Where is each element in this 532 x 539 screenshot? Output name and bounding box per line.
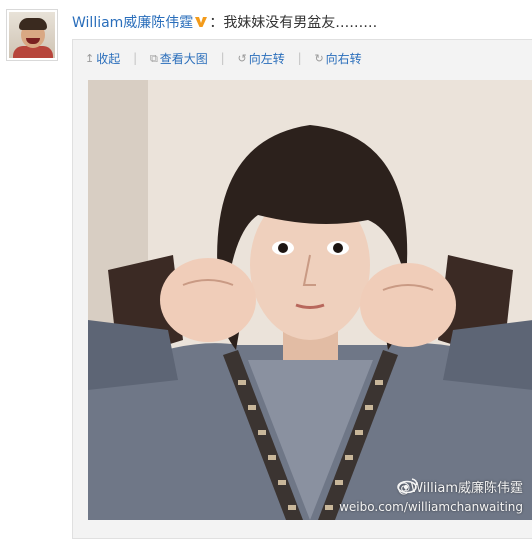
- weibo-logo-icon: [397, 478, 419, 493]
- collapse-label: 收起: [96, 52, 121, 66]
- media-card: ↥ 收起 | ⧉ 查看大图 | ↺ 向左转 | ↻ 向右转 @William威廉…: [72, 39, 532, 539]
- avatar-image: [9, 12, 55, 58]
- view-large-button[interactable]: ⧉ 查看大图: [150, 51, 208, 67]
- rotate-left-icon: ↺: [237, 52, 247, 65]
- rotate-right-button[interactable]: ↻ 向右转: [314, 51, 361, 67]
- post-header: William威廉陈伟霆 ：我妹妹没有男盆友………: [72, 13, 377, 33]
- collapse-button[interactable]: ↥ 收起: [85, 51, 120, 67]
- toolbar-separator: |: [297, 51, 302, 65]
- post-photo[interactable]: @William威廉陈伟霆 weibo.com/williamchanwaiti…: [88, 80, 532, 520]
- author-avatar[interactable]: [6, 9, 58, 61]
- media-toolbar: ↥ 收起 | ⧉ 查看大图 | ↺ 向左转 | ↻ 向右转: [85, 50, 362, 66]
- toolbar-separator: |: [220, 51, 225, 65]
- post-text: 我妹妹没有男盆友………: [223, 15, 378, 31]
- rotate-left-button[interactable]: ↺ 向左转: [238, 51, 285, 67]
- up-arrow-icon: ↥: [85, 52, 95, 65]
- photo-illustration: [88, 80, 532, 520]
- post-colon: ：: [209, 15, 224, 31]
- photo-watermark-handle: @William威廉陈伟霆: [397, 477, 523, 496]
- verified-v-icon: [195, 17, 208, 27]
- external-view-icon: ⧉: [149, 52, 158, 65]
- rotate-left-label: 向左转: [248, 52, 285, 66]
- author-name-link[interactable]: William威廉陈伟霆: [72, 15, 193, 31]
- view-large-label: 查看大图: [159, 52, 208, 66]
- rotate-right-label: 向右转: [325, 52, 362, 66]
- toolbar-separator: |: [133, 51, 138, 65]
- photo-watermark-url: weibo.com/williamchanwaiting: [339, 500, 523, 514]
- rotate-right-icon: ↻: [314, 52, 324, 65]
